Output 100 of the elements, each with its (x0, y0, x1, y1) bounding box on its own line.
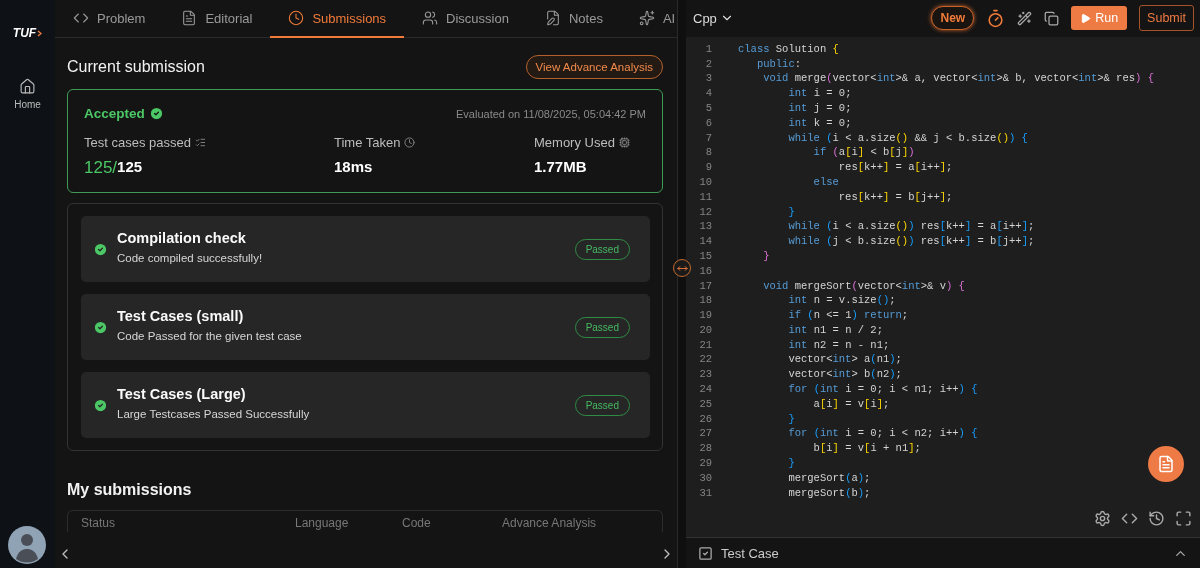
check-title: Test Cases (small) (117, 308, 245, 324)
column-header: Language (295, 517, 350, 532)
test-case-bar[interactable]: Test Case (686, 538, 1200, 568)
line-number: 19 (698, 308, 712, 323)
test-case-label: Test Case (721, 545, 780, 561)
check-icon (93, 397, 108, 413)
history-icon[interactable] (1148, 510, 1165, 528)
line-number: 16 (698, 263, 712, 279)
home-icon (19, 78, 36, 95)
line-number: 1 (704, 41, 712, 57)
line-number: 9 (704, 160, 712, 175)
line-number: 8 (704, 145, 712, 161)
line-number: 7 (704, 130, 712, 146)
checkbox-icon (698, 545, 713, 561)
code-icon (73, 10, 89, 26)
code-line: b[i] = v[i + n1]; (812, 441, 921, 457)
copy-icon[interactable] (1044, 10, 1060, 26)
line-number: 2 (704, 56, 712, 72)
logo: TUF (12, 26, 43, 40)
avatar[interactable] (8, 526, 46, 564)
line-number: 14 (698, 234, 712, 249)
note-icon (544, 10, 561, 26)
submit-button[interactable]: Submit (1139, 5, 1194, 32)
stat-value: 18ms (334, 158, 374, 175)
code-line: public: (755, 56, 802, 72)
column-header: Status (81, 517, 117, 532)
stat-value: 125/125 (84, 158, 144, 178)
line-number: 15 (698, 248, 712, 264)
stat-label: Memory Used (534, 135, 615, 150)
fullscreen-icon[interactable] (1175, 510, 1192, 528)
stat-value: 1.77MB (534, 158, 588, 175)
wand-icon[interactable] (1017, 10, 1033, 26)
code-line: void merge(vector<int>& a, vector<int>& b, vector<int>& res) { (762, 71, 1154, 87)
line-number: 10 (698, 174, 712, 190)
line-number: 27 (698, 426, 712, 442)
code-line: } (787, 204, 795, 220)
code-line: int n2 = n - n1; (787, 337, 890, 353)
line-number: 30 (698, 470, 712, 486)
line-number: 29 (698, 456, 712, 471)
status-text: Accepted (84, 106, 145, 121)
clock-icon (404, 137, 416, 148)
line-number: 28 (698, 441, 712, 457)
code-line: class Solution { (738, 41, 839, 57)
tab[interactable]: Submissions (270, 0, 405, 38)
line-number: 18 (698, 293, 712, 309)
line-number: 25 (698, 396, 712, 412)
sparkle-icon (638, 10, 655, 26)
clock-icon (288, 10, 305, 26)
check-icon (93, 319, 108, 335)
chip-icon (618, 137, 630, 148)
tab[interactable]: Notes (526, 0, 621, 38)
code-line: int k = 0; (787, 115, 852, 131)
code-line: vector<int> b(n2); (787, 367, 902, 383)
tab[interactable]: Discussion (404, 0, 527, 38)
code-line: void mergeSort(vector<int>& v) { (762, 278, 965, 294)
code-line: a[i] = v[i]; (812, 396, 890, 412)
document-icon (181, 10, 198, 26)
check-description: Large Testcases Passed Successfully (117, 408, 311, 420)
tab[interactable]: Problem (55, 0, 164, 38)
settings-icon[interactable] (1094, 510, 1111, 528)
check-icon (148, 106, 164, 121)
line-number: 26 (698, 411, 712, 427)
code-line: mergeSort(b); (787, 485, 871, 501)
check-title: Test Cases (Large) (117, 386, 247, 402)
analysis-button[interactable]: View Advance Analysis (525, 55, 663, 79)
list-icon (194, 137, 206, 148)
code-line: vector<int> a(n1); (787, 352, 902, 368)
new-button[interactable]: New (931, 6, 975, 31)
code-line: while (i < a.size() && j < b.size()) { (787, 130, 1028, 146)
code-line: } (787, 411, 795, 427)
notes-button[interactable] (1148, 446, 1184, 482)
line-number: 13 (698, 219, 712, 235)
code-line: int n = v.size(); (787, 293, 896, 309)
timer-icon[interactable] (986, 8, 1006, 28)
sidebar-item[interactable]: Home (12, 76, 43, 112)
code-line: if (a[i] < b[j]) (812, 145, 915, 161)
line-number: 20 (698, 322, 712, 338)
check-icon (93, 241, 108, 257)
column-header: Advance Analysis (502, 517, 598, 532)
play-icon (1080, 12, 1092, 24)
line-number: 31 (698, 485, 712, 501)
check-description: Code Passed for the given test case (117, 330, 303, 342)
code-line: for (int i = 0; i < n2; i++) { (787, 426, 978, 442)
language-dropdown[interactable]: Cpp (693, 10, 734, 26)
line-number: 6 (704, 115, 712, 131)
line-number: 5 (704, 100, 712, 116)
check-description: Code compiled successfully! (117, 252, 264, 264)
note-icon (1157, 455, 1175, 473)
section-title: Current submission (67, 58, 205, 76)
line-number: 12 (698, 204, 712, 220)
code-line: while (j < b.size()) res[k++] = b[j++]; (787, 234, 1035, 249)
code-line: while (i < a.size()) res[k++] = a[i++]; (787, 219, 1035, 235)
line-number: 24 (698, 382, 712, 397)
line-number: 21 (698, 337, 712, 353)
evaluated-text: Evaluated on 11/08/2025, 05:04:42 PM (456, 107, 646, 120)
code-line: res[k++] = a[i++]; (837, 160, 953, 175)
stat-label: Time Taken (334, 135, 401, 150)
tab[interactable]: Editorial (163, 0, 271, 38)
code-line: if (n <= 1) return; (787, 308, 909, 323)
code-line: else (812, 174, 839, 190)
